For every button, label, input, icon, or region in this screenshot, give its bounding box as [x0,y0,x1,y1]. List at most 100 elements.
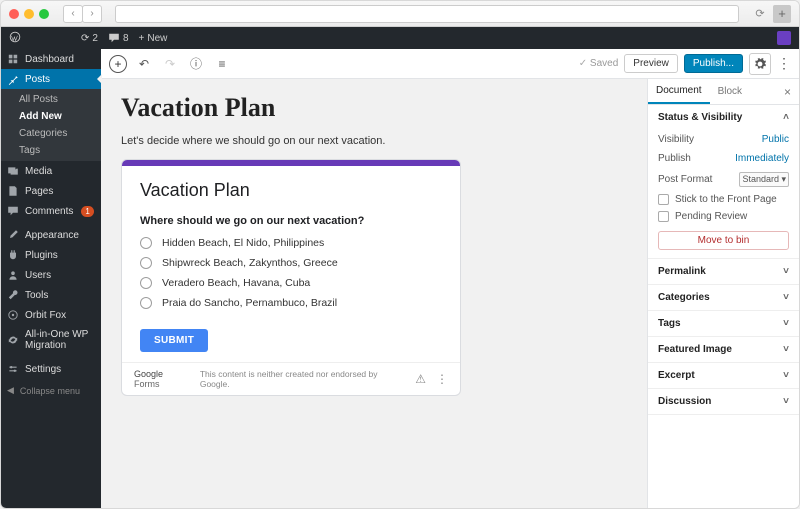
sidebar-label: Plugins [25,250,58,261]
window-controls[interactable] [9,9,49,19]
sidebar-item-tools[interactable]: Tools [1,285,101,305]
more-menu-button[interactable]: ⋮ [777,55,791,72]
warning-icon[interactable]: ⚠ [415,372,426,386]
form-submit-button[interactable]: SUBMIT [140,329,208,352]
panel-header-tags[interactable]: Tags˅ [648,311,799,336]
form-disclaimer: This content is neither created nor endo… [200,369,405,389]
sidebar-item-pages[interactable]: Pages [1,181,101,201]
sidebar-label: Settings [25,364,61,375]
sidebar-item-media[interactable]: Media [1,161,101,181]
google-form-embed: Vacation Plan Where should we go on our … [121,159,461,396]
sidebar-item-plugins[interactable]: Plugins [1,245,101,265]
sidebar-item-users[interactable]: Users [1,265,101,285]
user-avatar[interactable] [777,31,791,45]
chevron-down-icon: ˅ [783,292,789,303]
form-option[interactable]: Praia do Sancho, Pernambuco, Brazil [140,297,442,309]
sidebar-label: Comments [25,206,73,217]
tab-block[interactable]: Block [710,80,750,103]
sidebar-item-appearance[interactable]: Appearance [1,225,101,245]
stick-checkbox[interactable]: Stick to the Front Page [658,191,789,208]
back-button[interactable]: ‹ [63,5,83,23]
close-window-icon[interactable] [9,9,19,19]
users-icon [7,269,19,281]
tab-document[interactable]: Document [648,79,710,104]
wordpress-logo-icon[interactable] [9,31,21,46]
plug-icon [7,249,19,261]
sidebar-item-dashboard[interactable]: Dashboard [1,49,101,69]
post-title[interactable]: Vacation Plan [121,93,627,123]
option-label: Shipwreck Beach, Zakynthos, Greece [162,257,338,269]
outline-button[interactable]: ≡ [213,55,231,73]
post-format-select[interactable]: Standard ▾ [739,172,789,187]
collapse-icon: ◀ [7,385,14,396]
checkbox-label: Pending Review [675,211,747,222]
panel-header-permalink[interactable]: Permalink˅ [648,259,799,284]
minimize-window-icon[interactable] [24,9,34,19]
sidebar-item-comments[interactable]: Comments 1 [1,201,101,221]
post-paragraph[interactable]: Let's decide where we should go on our n… [121,135,627,147]
checkbox-icon [658,194,669,205]
editor-canvas[interactable]: Vacation Plan Let's decide where we shou… [101,79,647,508]
settings-toggle-button[interactable] [749,53,771,75]
info-button[interactable]: ⓘ [187,55,205,73]
checkbox-label: Stick to the Front Page [675,194,777,205]
sidebar-item-orbit-fox[interactable]: Orbit Fox [1,305,101,325]
new-content-button[interactable]: + New [139,33,168,44]
forward-button[interactable]: › [82,5,102,23]
chevron-down-icon: ˅ [783,318,789,329]
pin-icon [7,73,19,85]
comment-icon [7,205,19,217]
chevron-down-icon: ˅ [783,344,789,355]
sidebar-label: Pages [25,186,53,197]
form-option[interactable]: Hidden Beach, El Nido, Philippines [140,237,442,249]
submenu-categories[interactable]: Categories [1,125,101,142]
option-label: Hidden Beach, El Nido, Philippines [162,237,324,249]
settings-panel: Document Block × Status & Visibility ˄ V… [647,79,799,508]
address-bar[interactable] [115,5,739,23]
new-tab-button[interactable]: + [773,5,791,23]
panel-header-excerpt[interactable]: Excerpt˅ [648,363,799,388]
reload-icon[interactable]: ⟳ [753,7,767,20]
sidebar-item-posts[interactable]: Posts [1,69,101,89]
sidebar-label: Orbit Fox [25,310,66,321]
chevron-down-icon: ˅ [783,266,789,277]
maximize-window-icon[interactable] [39,9,49,19]
preview-button[interactable]: Preview [624,54,678,73]
form-footer: Google Forms This content is neither cre… [122,362,460,395]
redo-button[interactable]: ↷ [161,55,179,73]
comments-indicator[interactable]: 8 [108,32,129,44]
radio-icon [140,277,152,289]
sidebar-item-settings[interactable]: Settings [1,359,101,379]
panel-title: Excerpt [658,370,695,381]
pending-checkbox[interactable]: Pending Review [658,208,789,225]
visibility-link[interactable]: Public [762,134,789,145]
move-to-bin-button[interactable]: Move to bin [658,231,789,250]
form-option[interactable]: Shipwreck Beach, Zakynthos, Greece [140,257,442,269]
collapse-menu-button[interactable]: ◀ Collapse menu [1,379,101,402]
updates-indicator[interactable]: ⟳ 2 [81,33,98,44]
posts-submenu: All Posts Add New Categories Tags [1,89,101,161]
panel-header-categories[interactable]: Categories˅ [648,285,799,310]
editor-toolbar: + ↶ ↷ ⓘ ≡ Saved Preview Publish... ⋮ [101,49,799,79]
editor: + ↶ ↷ ⓘ ≡ Saved Preview Publish... ⋮ Vac… [101,49,799,508]
add-block-button[interactable]: + [109,55,127,73]
radio-icon [140,297,152,309]
panel-header-status[interactable]: Status & Visibility ˄ [648,105,799,130]
publish-link[interactable]: Immediately [735,153,789,164]
browser-nav-buttons: ‹› [63,5,101,23]
sidebar-item-migration[interactable]: All-in-One WP Migration [1,325,101,355]
form-option[interactable]: Veradero Beach, Havana, Cuba [140,277,442,289]
google-forms-brand[interactable]: Google Forms [134,369,190,389]
submenu-add-new[interactable]: Add New [1,108,101,125]
submenu-tags[interactable]: Tags [1,142,101,159]
publish-button[interactable]: Publish... [684,54,743,73]
undo-button[interactable]: ↶ [135,55,153,73]
panel-header-discussion[interactable]: Discussion˅ [648,389,799,414]
panel-header-featured-image[interactable]: Featured Image˅ [648,337,799,362]
submenu-all-posts[interactable]: All Posts [1,91,101,108]
form-more-icon[interactable]: ⋮ [436,372,448,386]
chevron-up-icon: ˄ [783,112,789,123]
wp-admin-bar: ⟳ 2 8 + New [1,27,799,49]
dashboard-icon [7,53,19,65]
close-settings-button[interactable]: × [776,81,799,103]
